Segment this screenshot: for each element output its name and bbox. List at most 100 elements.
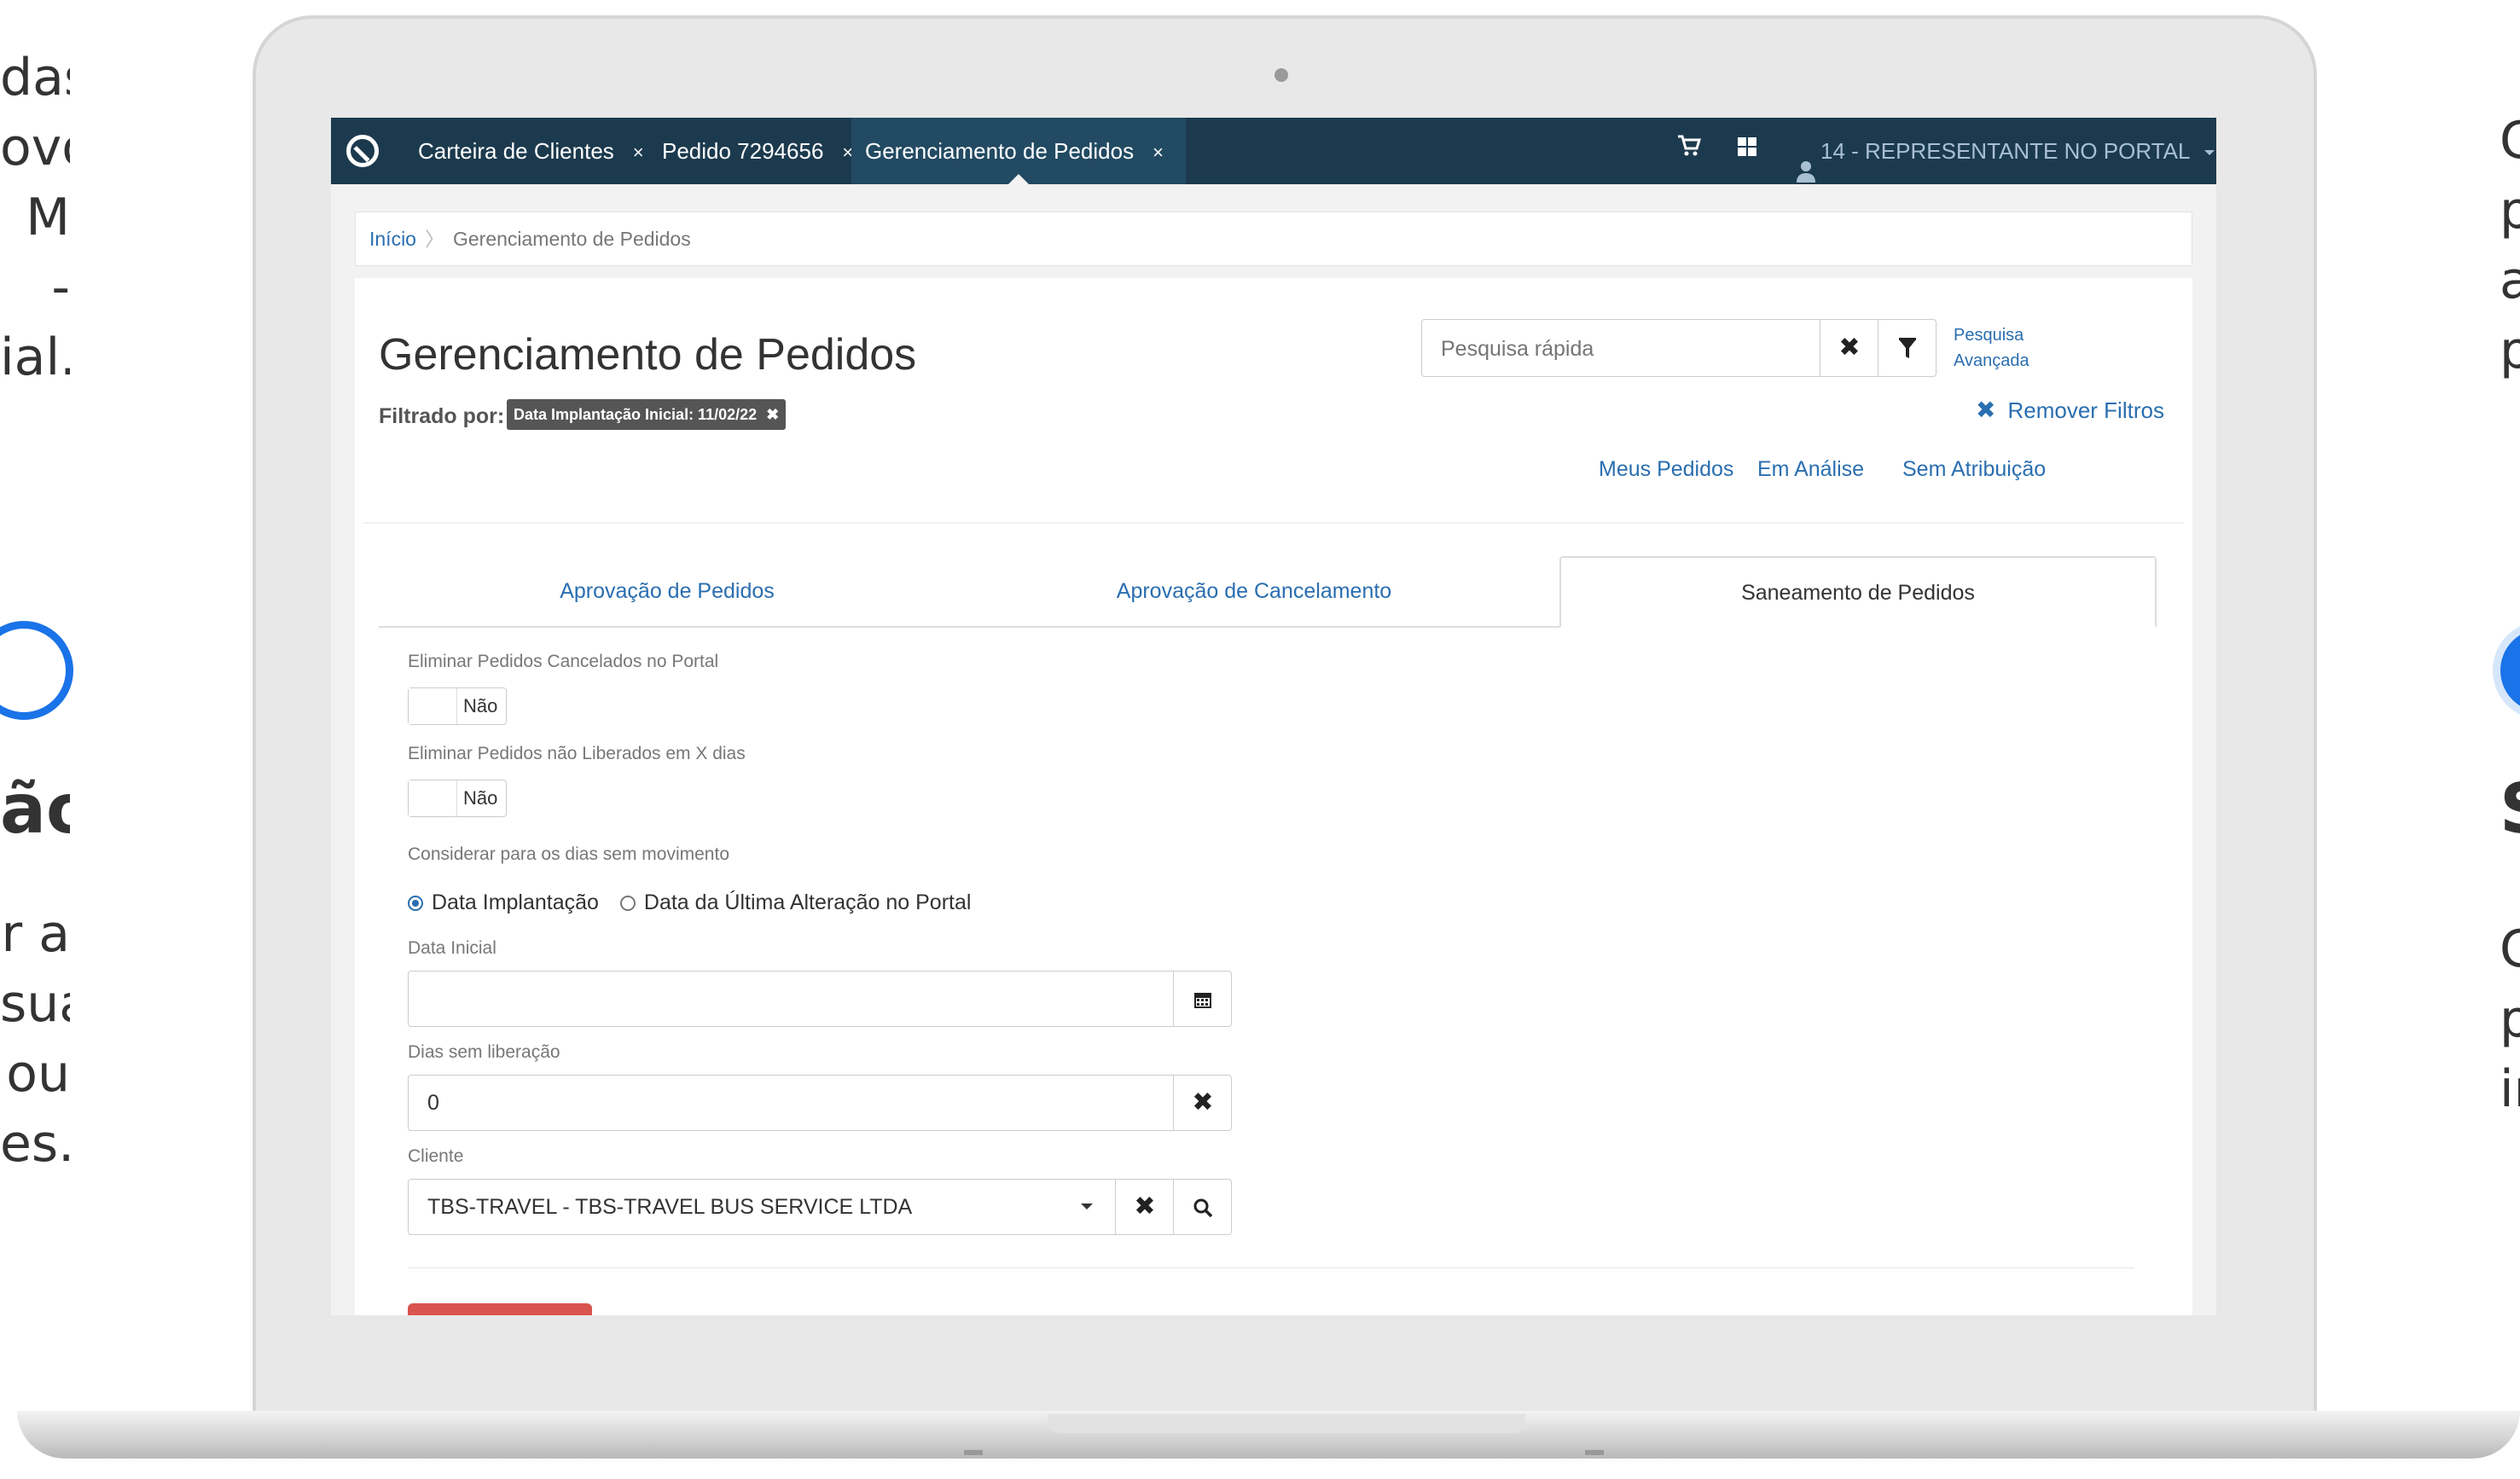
left-text-line: r a [1,904,70,964]
calendar-icon[interactable] [1173,972,1232,1026]
search-icon[interactable] [1173,1180,1232,1234]
left-text-line: es. [0,1114,70,1174]
toggle-value: Não [463,695,498,716]
radio-data-ultima-alteracao[interactable] [619,896,636,912]
main-panel: Gerenciamento de Pedidos Filtrado por: D… [355,278,2192,1315]
filter-badge: Data Implantação Inicial: 11/02/22 ✖ [507,399,787,430]
clear-cliente-button[interactable]: ✖ [1115,1180,1174,1234]
toggle-value: Não [463,787,498,809]
cliente-select[interactable]: TBS-TRAVEL - TBS-TRAVEL BUS SERVICE LTDA [427,1180,912,1234]
left-text-line: ou [6,1044,70,1104]
app-logo-icon[interactable] [346,135,379,167]
right-text-line: ir [2500,1059,2520,1119]
filter-icon[interactable] [1878,320,1936,376]
right-side-text-bottom: C p ir [2500,914,2520,1124]
right-side-text-top: C p a p [2500,106,2520,386]
right-text-line: a [2500,251,2520,310]
right-text-line: p [2500,321,2520,380]
danger-action-button[interactable] [408,1303,592,1315]
close-icon[interactable]: × [633,142,644,163]
chevron-down-icon [2204,150,2215,156]
cliente-field: TBS-TRAVEL - TBS-TRAVEL BUS SERVICE LTDA… [408,1179,1232,1235]
breadcrumb-current: Gerenciamento de Pedidos [452,228,691,250]
app-screen: Carteira de Clientes × Pedido 7294656 × Ge… [331,118,2216,1315]
filter-label: Filtrado por: [379,404,505,428]
left-text-line: ial. [0,328,70,387]
dias-sem-liberacao-label: Dias sem liberação [408,1042,560,1062]
remove-filters-link[interactable]: ✖ Remover Filtros [1976,396,2164,424]
clear-dias-button[interactable]: ✖ [1173,1076,1232,1130]
section-divider [363,522,2184,524]
toggle-knob [409,688,457,724]
tab-aprovacao-de-pedidos[interactable]: Aprovação de Pedidos [379,556,955,626]
camera-icon [1275,68,1288,82]
quick-search: ✖ [1421,319,1936,377]
radio-label: Data da Última Alteração no Portal [643,890,972,914]
breadcrumb-home-link[interactable]: Início [369,228,416,250]
tab-saneamento-de-pedidos[interactable]: Saneamento de Pedidos [1559,556,2157,628]
remove-filters-label: Remover Filtros [2007,397,2164,423]
tab-aprovacao-de-cancelamento[interactable]: Aprovação de Cancelamento [955,556,1553,626]
user-icon [1797,142,1815,183]
left-side-title: ão [0,774,70,844]
tab-label: Gerenciamento de Pedidos [865,138,1135,164]
eliminar-cancelados-label: Eliminar Pedidos Cancelados no Portal [408,652,719,671]
page-title: Gerenciamento de Pedidos [379,330,917,380]
eliminar-nao-liberados-toggle[interactable]: Não [408,780,507,817]
tabs-row: Aprovação de Pedidos Aprovação de Cancel… [379,556,2157,628]
left-toggle-ring-icon [0,621,73,720]
considerar-label: Considerar para os dias sem movimento [408,844,729,864]
dias-sem-liberacao-field: 0 ✖ [408,1075,1232,1131]
top-navbar: Carteira de Clientes × Pedido 7294656 × Ge… [331,118,2216,184]
grid-icon[interactable] [1730,133,1764,167]
cart-icon[interactable] [1672,133,1706,167]
laptop-notch [1048,1414,1525,1433]
right-toggle-ring-icon [2493,621,2520,720]
data-inicial-input[interactable] [427,972,1161,1026]
laptop-foot [964,1450,983,1455]
cliente-label: Cliente [408,1146,464,1166]
left-side-text-top: das ovo M - ial. [0,43,70,392]
toggle-knob [409,780,457,816]
quick-link-em-analise[interactable]: Em Análise [1757,457,1864,482]
clear-search-button[interactable]: ✖ [1820,320,1878,376]
data-type-radio-group: Data Implantação Data da Última Alteraçã… [408,887,971,918]
left-side-text-bottom: r a sua ou es. [0,899,70,1179]
radio-data-implantacao[interactable] [408,896,423,912]
eliminar-cancelados-toggle[interactable]: Não [408,687,507,725]
breadcrumb-separator: 〉 [424,228,444,250]
tab-label: Carteira de Clientes [418,138,614,164]
advanced-search-link[interactable]: Pesquisa Avançada [1954,322,2029,374]
search-input[interactable] [1439,332,1869,366]
user-menu[interactable]: 14 - REPRESENTANTE NO PORTAL [1797,118,2215,184]
advanced-search-line1: Pesquisa [1954,326,2024,345]
remove-icon: ✖ [1976,397,1996,423]
right-text-line: p [2500,181,2520,241]
breadcrumb: Início 〉 Gerenciamento de Pedidos [355,212,2192,266]
form-divider [408,1267,2134,1268]
tab-gerenciamento-de-pedidos[interactable]: Gerenciamento de Pedidos × [851,118,1186,184]
right-text-line: C [2500,111,2520,171]
left-text-line: das [0,48,70,107]
tab-carteira-de-clientes[interactable]: Carteira de Clientes × [408,118,654,184]
filter-badge-text: Data Implantação Inicial: 11/02/22 [514,406,758,423]
close-icon[interactable]: × [1153,142,1164,163]
left-text-line: ovo [0,118,70,177]
laptop-foot [1585,1450,1604,1455]
data-inicial-field [408,971,1232,1027]
user-label: 14 - REPRESENTANTE NO PORTAL [1820,138,2190,164]
radio-label: Data Implantação [432,890,599,914]
quick-link-sem-atribuicao[interactable]: Sem Atribuição [1902,457,2046,482]
quick-link-meus-pedidos[interactable]: Meus Pedidos [1599,457,1733,482]
eliminar-nao-liberados-label: Eliminar Pedidos não Liberados em X dias [408,744,746,763]
close-icon[interactable]: ✖ [766,406,779,423]
tab-pedido[interactable]: Pedido 7294656 × [652,118,863,184]
right-text-line: C [2500,919,2520,979]
left-text-line: M - [26,188,70,317]
right-text-line: p [2500,989,2520,1049]
advanced-search-line2: Avançada [1954,351,2029,370]
data-inicial-label: Data Inicial [408,938,496,958]
left-text-line: sua [0,974,70,1034]
chevron-down-icon[interactable] [1081,1204,1093,1209]
dias-sem-liberacao-input[interactable]: 0 [427,1076,439,1130]
